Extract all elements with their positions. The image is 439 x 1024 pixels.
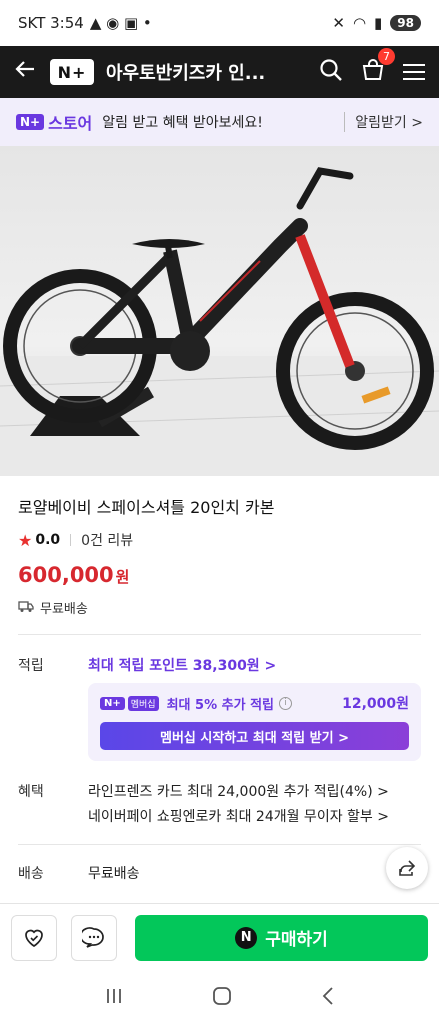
price-unit: 원 (115, 568, 130, 586)
price-row: 600,000 원 (18, 563, 129, 587)
page-title: 아우토반키즈카 인... (106, 63, 266, 84)
search-icon[interactable] (319, 58, 343, 86)
wishlist-button[interactable] (11, 914, 57, 961)
price-value: 600,000 (18, 563, 114, 587)
benefit-installment-link[interactable]: 네이버페이 쇼핑엔로카 최대 24개월 무이자 할부 > (88, 806, 389, 826)
membership-nplus-tag: N+ (100, 696, 125, 710)
signal-icon: ▮ (374, 14, 383, 32)
wifi-icon: ◠ (352, 14, 367, 32)
share-icon (399, 860, 416, 876)
delivery-label: 배송 (18, 866, 44, 882)
membership-box: N+ 멤버십 최대 5% 추가 적립 i 12,000원 멤버십 시작하고 최대… (88, 683, 421, 761)
rating-row[interactable]: ★ 0.0 0건 리뷰 (18, 530, 133, 550)
benefit-card-link[interactable]: 라인프렌즈 카드 최대 24,000원 추가 적립(4%) > (88, 781, 389, 801)
buy-button[interactable]: N 구매하기 (135, 914, 428, 961)
purchase-action-bar: N 구매하기 (0, 903, 439, 971)
product-title: 로얄베이비 스페이스셔틀 20인치 카본 (18, 498, 275, 517)
product-image[interactable] (0, 146, 439, 476)
nplus-logo[interactable]: N+ (50, 59, 94, 85)
free-shipping-badge: 무료배송 (18, 598, 88, 617)
store-banner: N+ 스토어 알림 받고 혜택 받아보세요! 알림받기 > (0, 98, 439, 146)
recent-apps-icon[interactable] (104, 987, 124, 1009)
menu-icon[interactable] (403, 59, 425, 85)
points-label: 적립 (18, 658, 44, 674)
benefits-label: 혜택 (18, 784, 44, 800)
free-shipping-label: 무료배송 (40, 602, 88, 617)
naverpay-n-icon: N (235, 926, 258, 949)
status-time: SKT 3:54 (18, 14, 84, 32)
star-icon: ★ (18, 530, 33, 550)
rating-value: 0.0 (35, 532, 61, 548)
alarm-button[interactable]: 알림받기 > (344, 112, 423, 132)
store-name: 스토어 (48, 114, 93, 133)
system-nav-bar (0, 971, 439, 1024)
divider (70, 534, 72, 546)
divider (18, 634, 421, 635)
max-points-link[interactable]: 최대 적립 포인트 38,300원 > (88, 655, 276, 675)
membership-tag: 멤버십 (127, 695, 159, 711)
app-header: N+ 아우토반키즈카 인... 7 (0, 46, 439, 98)
store-nplus-logo: N+ (16, 114, 45, 130)
share-button[interactable] (386, 847, 428, 889)
membership-bonus-text: 최대 5% 추가 적립 (166, 697, 275, 713)
delivery-value: 무료배송 (88, 866, 140, 882)
buy-label: 구매하기 (265, 930, 328, 950)
chat-button[interactable] (71, 914, 117, 961)
chat-icon (82, 926, 104, 948)
status-bar: SKT 3:54 ▲ ◉ ▣ • ✕ ◠ ▮ 98 (0, 0, 439, 46)
cart-count-badge: 7 (378, 48, 395, 65)
back-icon[interactable] (321, 986, 335, 1010)
mute-icon: ✕ (332, 14, 345, 32)
battery-indicator: 98 (390, 15, 421, 31)
truck-icon (18, 599, 34, 617)
notification-icons: ▲ ◉ ▣ • (89, 14, 152, 32)
store-message: 알림 받고 혜택 받아보세요! (102, 115, 263, 131)
membership-amount: 12,000원 (342, 696, 409, 712)
info-icon[interactable]: i (279, 696, 293, 710)
back-arrow-icon[interactable] (14, 58, 42, 86)
store-logo[interactable]: N+ 스토어 (16, 110, 92, 134)
membership-start-button[interactable]: 멤버십 시작하고 최대 적립 받기 > (100, 722, 409, 750)
review-count[interactable]: 0건 리뷰 (81, 530, 133, 550)
cart-button[interactable]: 7 (361, 48, 395, 86)
divider (18, 844, 421, 845)
heart-icon (25, 929, 43, 947)
home-icon[interactable] (212, 986, 232, 1010)
